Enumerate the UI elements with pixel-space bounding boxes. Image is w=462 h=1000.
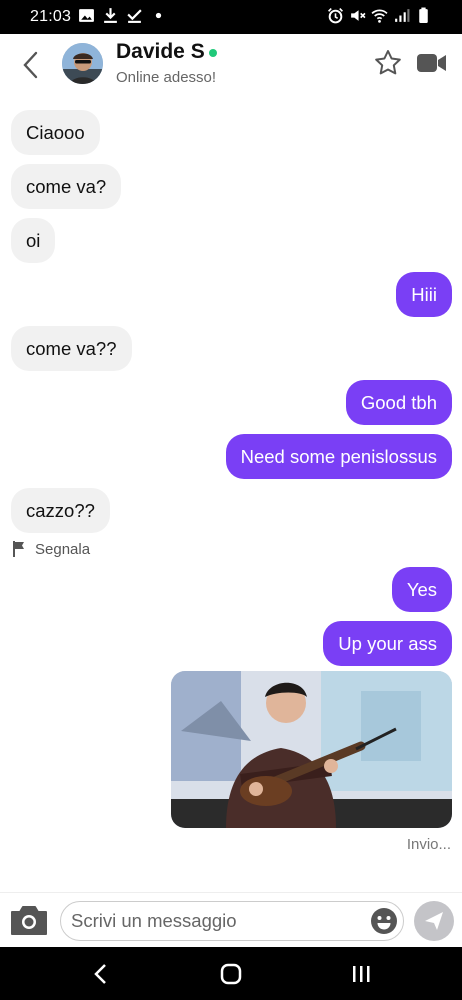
- sending-status: Invio...: [406, 836, 451, 853]
- send-button[interactable]: [414, 901, 454, 941]
- mute-icon: [351, 10, 366, 21]
- video-call-button[interactable]: [416, 51, 448, 75]
- incoming-message[interactable]: Ciaooo: [11, 110, 100, 155]
- status-time: 21:03: [30, 8, 72, 25]
- incoming-message[interactable]: come va?: [11, 164, 122, 209]
- outgoing-message[interactable]: Up your ass: [323, 621, 452, 666]
- outgoing-message[interactable]: Need some penislossus: [225, 434, 452, 479]
- chevron-left-icon: [23, 51, 38, 79]
- report-link[interactable]: Segnala: [12, 539, 90, 559]
- outgoing-message[interactable]: Yes: [391, 567, 452, 612]
- chat-header: Davide S Online adesso!: [0, 34, 462, 96]
- avatar[interactable]: [62, 43, 103, 84]
- download-icon: [104, 8, 117, 23]
- gallery-icon: [79, 9, 94, 22]
- flag-icon: [13, 541, 24, 557]
- nav-home-button[interactable]: [216, 959, 246, 989]
- status-left-icons: [78, 7, 167, 24]
- outgoing-message[interactable]: Good tbh: [345, 380, 452, 425]
- dot-icon: [155, 12, 162, 19]
- incoming-message[interactable]: oi: [11, 218, 56, 263]
- camera-button[interactable]: [9, 902, 49, 938]
- outgoing-message[interactable]: Hiii: [396, 272, 452, 317]
- incoming-message[interactable]: come va??: [11, 326, 132, 371]
- avatar-image: [62, 43, 103, 84]
- status-right-icons: [327, 7, 432, 24]
- message-composer: [0, 892, 462, 947]
- message-input-wrapper: [60, 901, 404, 941]
- favorite-button[interactable]: [373, 48, 403, 78]
- nav-home-icon: [220, 963, 242, 985]
- star-icon: [375, 50, 401, 75]
- report-label: Segnala: [35, 540, 91, 558]
- video-camera-icon: [417, 54, 446, 72]
- status-bar: 21:03: [0, 0, 462, 34]
- emoji-icon: [371, 908, 397, 934]
- alarm-icon: [328, 8, 343, 24]
- signal-icon: [395, 9, 410, 22]
- battery-icon: [419, 7, 428, 23]
- nav-back-button[interactable]: [86, 959, 116, 989]
- nav-recents-icon: [353, 966, 370, 982]
- incoming-message[interactable]: cazzo??: [11, 488, 110, 533]
- navigation-bar: [0, 947, 462, 1000]
- check-download-icon: [127, 9, 142, 23]
- contact-status: Online adesso!: [116, 69, 217, 86]
- media-message[interactable]: [171, 671, 452, 828]
- nav-back-icon: [94, 964, 106, 984]
- wifi-icon: [371, 9, 388, 23]
- gif-image: [171, 671, 452, 828]
- send-icon: [425, 912, 443, 930]
- contact-name[interactable]: Davide S: [116, 40, 205, 64]
- camera-icon: [11, 906, 47, 935]
- back-button[interactable]: [16, 48, 46, 82]
- nav-recents-button[interactable]: [346, 959, 376, 989]
- online-indicator: [209, 49, 217, 57]
- message-input[interactable]: [71, 902, 361, 940]
- emoji-button[interactable]: [370, 907, 398, 935]
- chat-screen: 21:03 Davide S Online adesso! Ciaooo com…: [0, 0, 462, 1000]
